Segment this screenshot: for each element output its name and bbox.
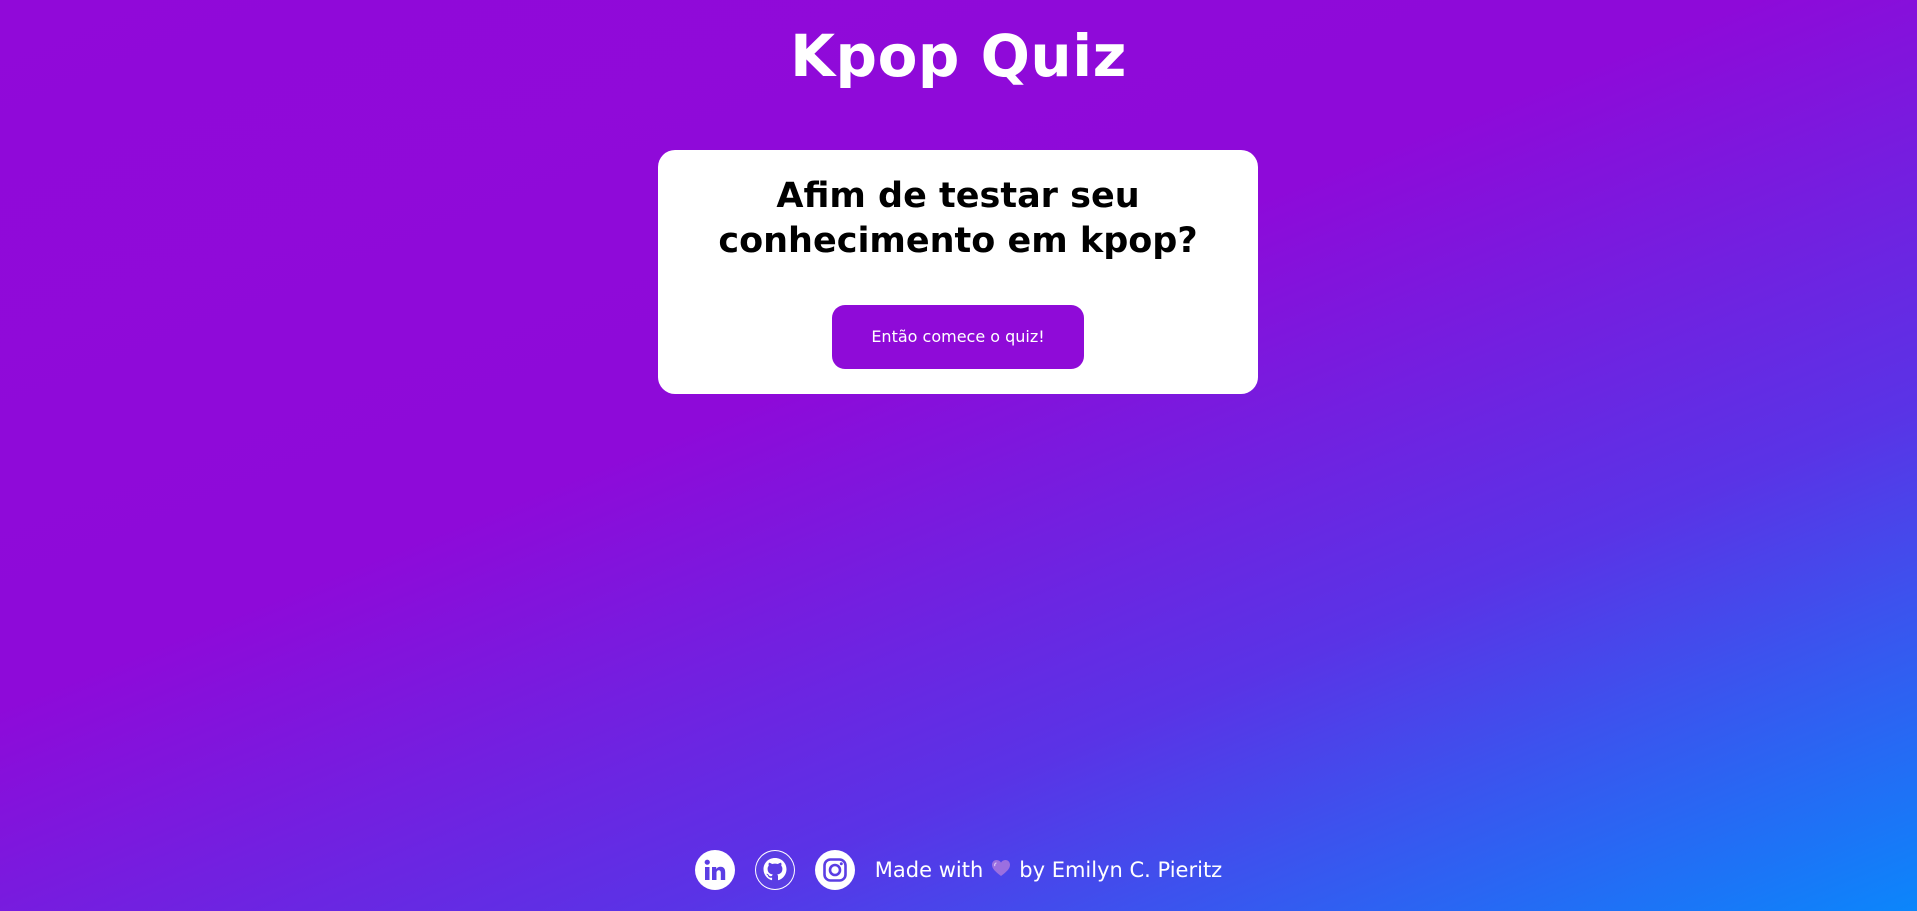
footer-credit: Made with by Emilyn C. Pieritz	[875, 858, 1222, 882]
github-icon	[755, 851, 794, 889]
heart-icon	[991, 858, 1011, 882]
instagram-icon	[822, 858, 847, 882]
github-link[interactable]	[754, 850, 795, 890]
page-title: Kpop Quiz	[790, 22, 1127, 90]
author-text: by Emilyn C. Pieritz	[1019, 858, 1223, 882]
instagram-link[interactable]	[814, 850, 855, 890]
made-with-text: Made with	[874, 858, 984, 882]
start-quiz-button[interactable]: Então comece o quiz!	[832, 305, 1084, 369]
quiz-question: Afim de testar seu conhecimento em kpop?	[718, 176, 1198, 261]
quiz-intro-card: Afim de testar seu conhecimento em kpop?…	[658, 150, 1258, 394]
footer: Made with by Emilyn C. Pieritz	[0, 849, 1917, 891]
linkedin-link[interactable]	[694, 850, 735, 890]
linkedin-icon	[704, 859, 725, 880]
